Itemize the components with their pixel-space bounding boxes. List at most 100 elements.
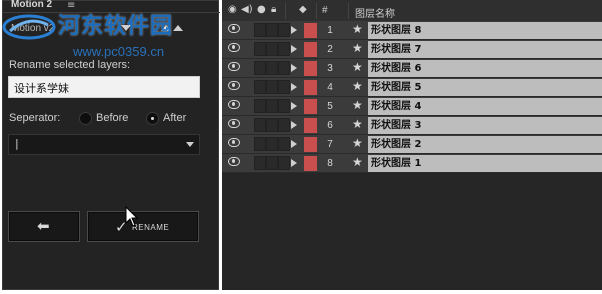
twirl-arrow-icon[interactable]: [291, 26, 297, 34]
audio-icon[interactable]: ◀): [241, 4, 253, 15]
layer-row[interactable]: 1 ★ 形状图层 8: [222, 21, 602, 40]
layer-number: 6: [319, 117, 341, 134]
rename-input[interactable]: 设计系学妹: [8, 76, 200, 98]
solo-toggle[interactable]: [266, 118, 278, 132]
back-button[interactable]: ⬅: [8, 211, 80, 242]
layer-name[interactable]: 形状图层 8: [368, 22, 602, 39]
audio-toggle[interactable]: [254, 118, 266, 132]
layer-row[interactable]: 5 ★ 形状图层 4: [222, 97, 602, 116]
visibility-eye-icon[interactable]: [228, 138, 240, 147]
shape-layer-star-icon: ★: [352, 136, 363, 150]
num-column-header[interactable]: #: [322, 5, 328, 16]
lock-toggle[interactable]: [278, 156, 290, 170]
layer-number: 8: [319, 155, 341, 172]
solo-toggle[interactable]: [266, 80, 278, 94]
expand-up-icon-2[interactable]: [173, 25, 183, 31]
solo-toggle[interactable]: [266, 42, 278, 56]
layer-name[interactable]: 形状图层 4: [368, 98, 602, 115]
layer-number: 7: [319, 136, 341, 153]
visibility-eye-icon[interactable]: [228, 81, 240, 90]
watermark-url: www.pc0359.cn: [73, 44, 165, 59]
twirl-arrow-icon[interactable]: [291, 159, 297, 167]
layer-name[interactable]: 形状图层 3: [368, 117, 602, 134]
visibility-eye-icon[interactable]: [228, 43, 240, 52]
header-divider: [348, 3, 349, 19]
label-icon[interactable]: ◆: [299, 4, 307, 15]
radio-before[interactable]: [79, 112, 92, 125]
solo-toggle[interactable]: [266, 99, 278, 113]
label-color-swatch[interactable]: [304, 23, 317, 38]
audio-toggle[interactable]: [254, 137, 266, 151]
solo-toggle[interactable]: [266, 137, 278, 151]
audio-toggle[interactable]: [254, 156, 266, 170]
twirl-arrow-icon[interactable]: [291, 45, 297, 53]
lock-toggle[interactable]: [278, 61, 290, 75]
header-divider: [316, 3, 317, 19]
twirl-arrow-icon[interactable]: [291, 64, 297, 72]
chevron-down-icon: [186, 142, 194, 147]
audio-toggle[interactable]: [254, 80, 266, 94]
lock-icon[interactable]: 🔒︎: [271, 4, 276, 15]
solo-toggle[interactable]: [266, 23, 278, 37]
rename-button[interactable]: ✓ RENAME: [87, 211, 199, 242]
shape-layer-star-icon: ★: [352, 79, 363, 93]
layer-row[interactable]: 4 ★ 形状图层 5: [222, 78, 602, 97]
eye-icon[interactable]: ◉: [228, 4, 237, 15]
visibility-eye-icon[interactable]: [228, 119, 240, 128]
layers-empty-area: [222, 173, 602, 290]
audio-toggle[interactable]: [254, 42, 266, 56]
solo-toggle[interactable]: [266, 61, 278, 75]
solo-icon[interactable]: ●: [257, 4, 266, 15]
layer-row[interactable]: 6 ★ 形状图层 3: [222, 116, 602, 135]
lock-toggle[interactable]: [278, 23, 290, 37]
rename-label: Rename selected layers:: [9, 59, 131, 71]
label-color-swatch[interactable]: [304, 156, 317, 171]
arrow-left-icon: ⬅: [37, 217, 50, 235]
panel-title: Motion 2: [11, 0, 53, 10]
layer-row[interactable]: 7 ★ 形状图层 2: [222, 135, 602, 154]
twirl-arrow-icon[interactable]: [291, 140, 297, 148]
label-color-swatch[interactable]: [304, 99, 317, 114]
separator-select[interactable]: |: [8, 134, 200, 155]
name-column-header[interactable]: 图层名称: [355, 5, 395, 20]
lock-toggle[interactable]: [278, 137, 290, 151]
radio-after[interactable]: [146, 112, 159, 125]
layers-header: ◉ ◀) ● 🔒︎ ◆ # 图层名称: [222, 0, 602, 22]
layer-number: 5: [319, 98, 341, 115]
lock-toggle[interactable]: [278, 118, 290, 132]
solo-toggle[interactable]: [266, 156, 278, 170]
label-color-swatch[interactable]: [304, 80, 317, 95]
layer-name[interactable]: 形状图层 7: [368, 41, 602, 58]
twirl-arrow-icon[interactable]: [291, 102, 297, 110]
twirl-arrow-icon[interactable]: [291, 121, 297, 129]
layer-number: 1: [319, 22, 341, 39]
lock-toggle[interactable]: [278, 99, 290, 113]
audio-toggle[interactable]: [254, 99, 266, 113]
layer-name[interactable]: 形状图层 6: [368, 60, 602, 77]
layer-row[interactable]: 3 ★ 形状图层 6: [222, 59, 602, 78]
visibility-eye-icon[interactable]: [228, 157, 240, 166]
layer-name[interactable]: 形状图层 5: [368, 79, 602, 96]
watermark-text: 河东软件园: [58, 14, 174, 39]
audio-toggle[interactable]: [254, 23, 266, 37]
lock-toggle[interactable]: [278, 80, 290, 94]
layer-row[interactable]: 2 ★ 形状图层 7: [222, 40, 602, 59]
lock-toggle[interactable]: [278, 42, 290, 56]
shape-layer-star-icon: ★: [352, 155, 363, 169]
visibility-eye-icon[interactable]: [228, 100, 240, 109]
radio-after-label: After: [163, 112, 187, 124]
label-color-swatch[interactable]: [304, 137, 317, 152]
label-color-swatch[interactable]: [304, 42, 317, 57]
visibility-eye-icon[interactable]: [228, 24, 240, 33]
label-color-swatch[interactable]: [304, 118, 317, 133]
audio-toggle[interactable]: [254, 61, 266, 75]
radio-before-label: Before: [96, 112, 129, 124]
visibility-eye-icon[interactable]: [228, 62, 240, 71]
layer-name[interactable]: 形状图层 1: [368, 155, 602, 172]
layer-name[interactable]: 形状图层 2: [368, 136, 602, 153]
twirl-arrow-icon[interactable]: [291, 83, 297, 91]
watermark-logo-icon: [2, 14, 56, 40]
layers-panel: ◉ ◀) ● 🔒︎ ◆ # 图层名称 1 ★ 形状图层 8 2 ★ 形状图层 7 3 ★ 形状图…: [222, 0, 602, 290]
layer-row[interactable]: 8 ★ 形状图层 1: [222, 154, 602, 173]
label-color-swatch[interactable]: [304, 61, 317, 76]
